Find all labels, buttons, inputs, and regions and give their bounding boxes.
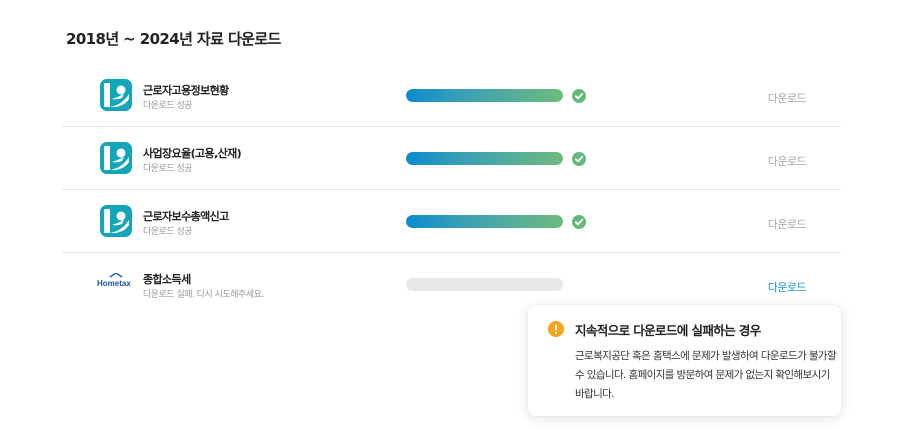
download-row: 근로자보수총액신고 다운로드 성공 다운로드: [62, 190, 841, 253]
progress-bar: [406, 215, 563, 228]
download-button[interactable]: 다운로드: [768, 216, 807, 232]
check-circle-icon: [572, 152, 586, 166]
comwel-logo-icon: [100, 142, 132, 174]
hometax-logo-icon: Hometax: [97, 273, 131, 288]
download-item-name: 근로자고용정보현황: [143, 84, 229, 97]
download-row: 근로자고용정보현황 다운로드 성공 다운로드: [62, 64, 841, 127]
download-item-status: 다운로드 성공: [143, 101, 193, 111]
download-row: 사업장요율(고용,산재) 다운로드 성공 다운로드: [62, 127, 841, 190]
progress-fill: [406, 215, 563, 228]
download-item-name: 근로자보수총액신고: [143, 210, 229, 223]
check-circle-icon: [572, 215, 586, 229]
tooltip-title: 지속적으로 다운로드에 실패하는 경우: [575, 323, 761, 338]
download-item-name: 사업장요율(고용,산재): [143, 147, 242, 160]
download-failure-tooltip: 지속적으로 다운로드에 실패하는 경우 근로복지공단 혹은 홈택스에 문제가 발…: [528, 305, 841, 416]
progress-fill: [406, 152, 563, 165]
download-item-status: 다운로드 성공: [143, 227, 193, 237]
page-title: 2018년 ~ 2024년 자료 다운로드: [66, 30, 281, 48]
check-circle-icon: [572, 89, 586, 103]
tooltip-body: 근로복지공단 혹은 홈택스에 문제가 발생하여 다운로드가 불가할 수 있습니다…: [575, 350, 837, 400]
hometax-logo-text: Hometax: [97, 279, 131, 288]
download-item-name: 종합소득세: [143, 273, 191, 286]
comwel-logo-icon: [100, 79, 132, 111]
download-button[interactable]: 다운로드: [768, 153, 807, 169]
progress-bar: [406, 89, 563, 102]
retry-download-button[interactable]: 다운로드: [768, 279, 807, 295]
download-button[interactable]: 다운로드: [768, 90, 807, 106]
download-item-status: 다운로드 실패. 다시 시도해주세요.: [143, 290, 264, 300]
comwel-logo-icon: [100, 205, 132, 237]
progress-bar: [406, 152, 563, 165]
progress-bar: [406, 278, 563, 291]
download-item-status: 다운로드 성공: [143, 164, 193, 174]
warning-icon: [548, 321, 564, 337]
download-list: 근로자고용정보현황 다운로드 성공 다운로드 사업장요율(고용,산재) 다운로드…: [62, 64, 841, 315]
progress-fill: [406, 89, 563, 102]
